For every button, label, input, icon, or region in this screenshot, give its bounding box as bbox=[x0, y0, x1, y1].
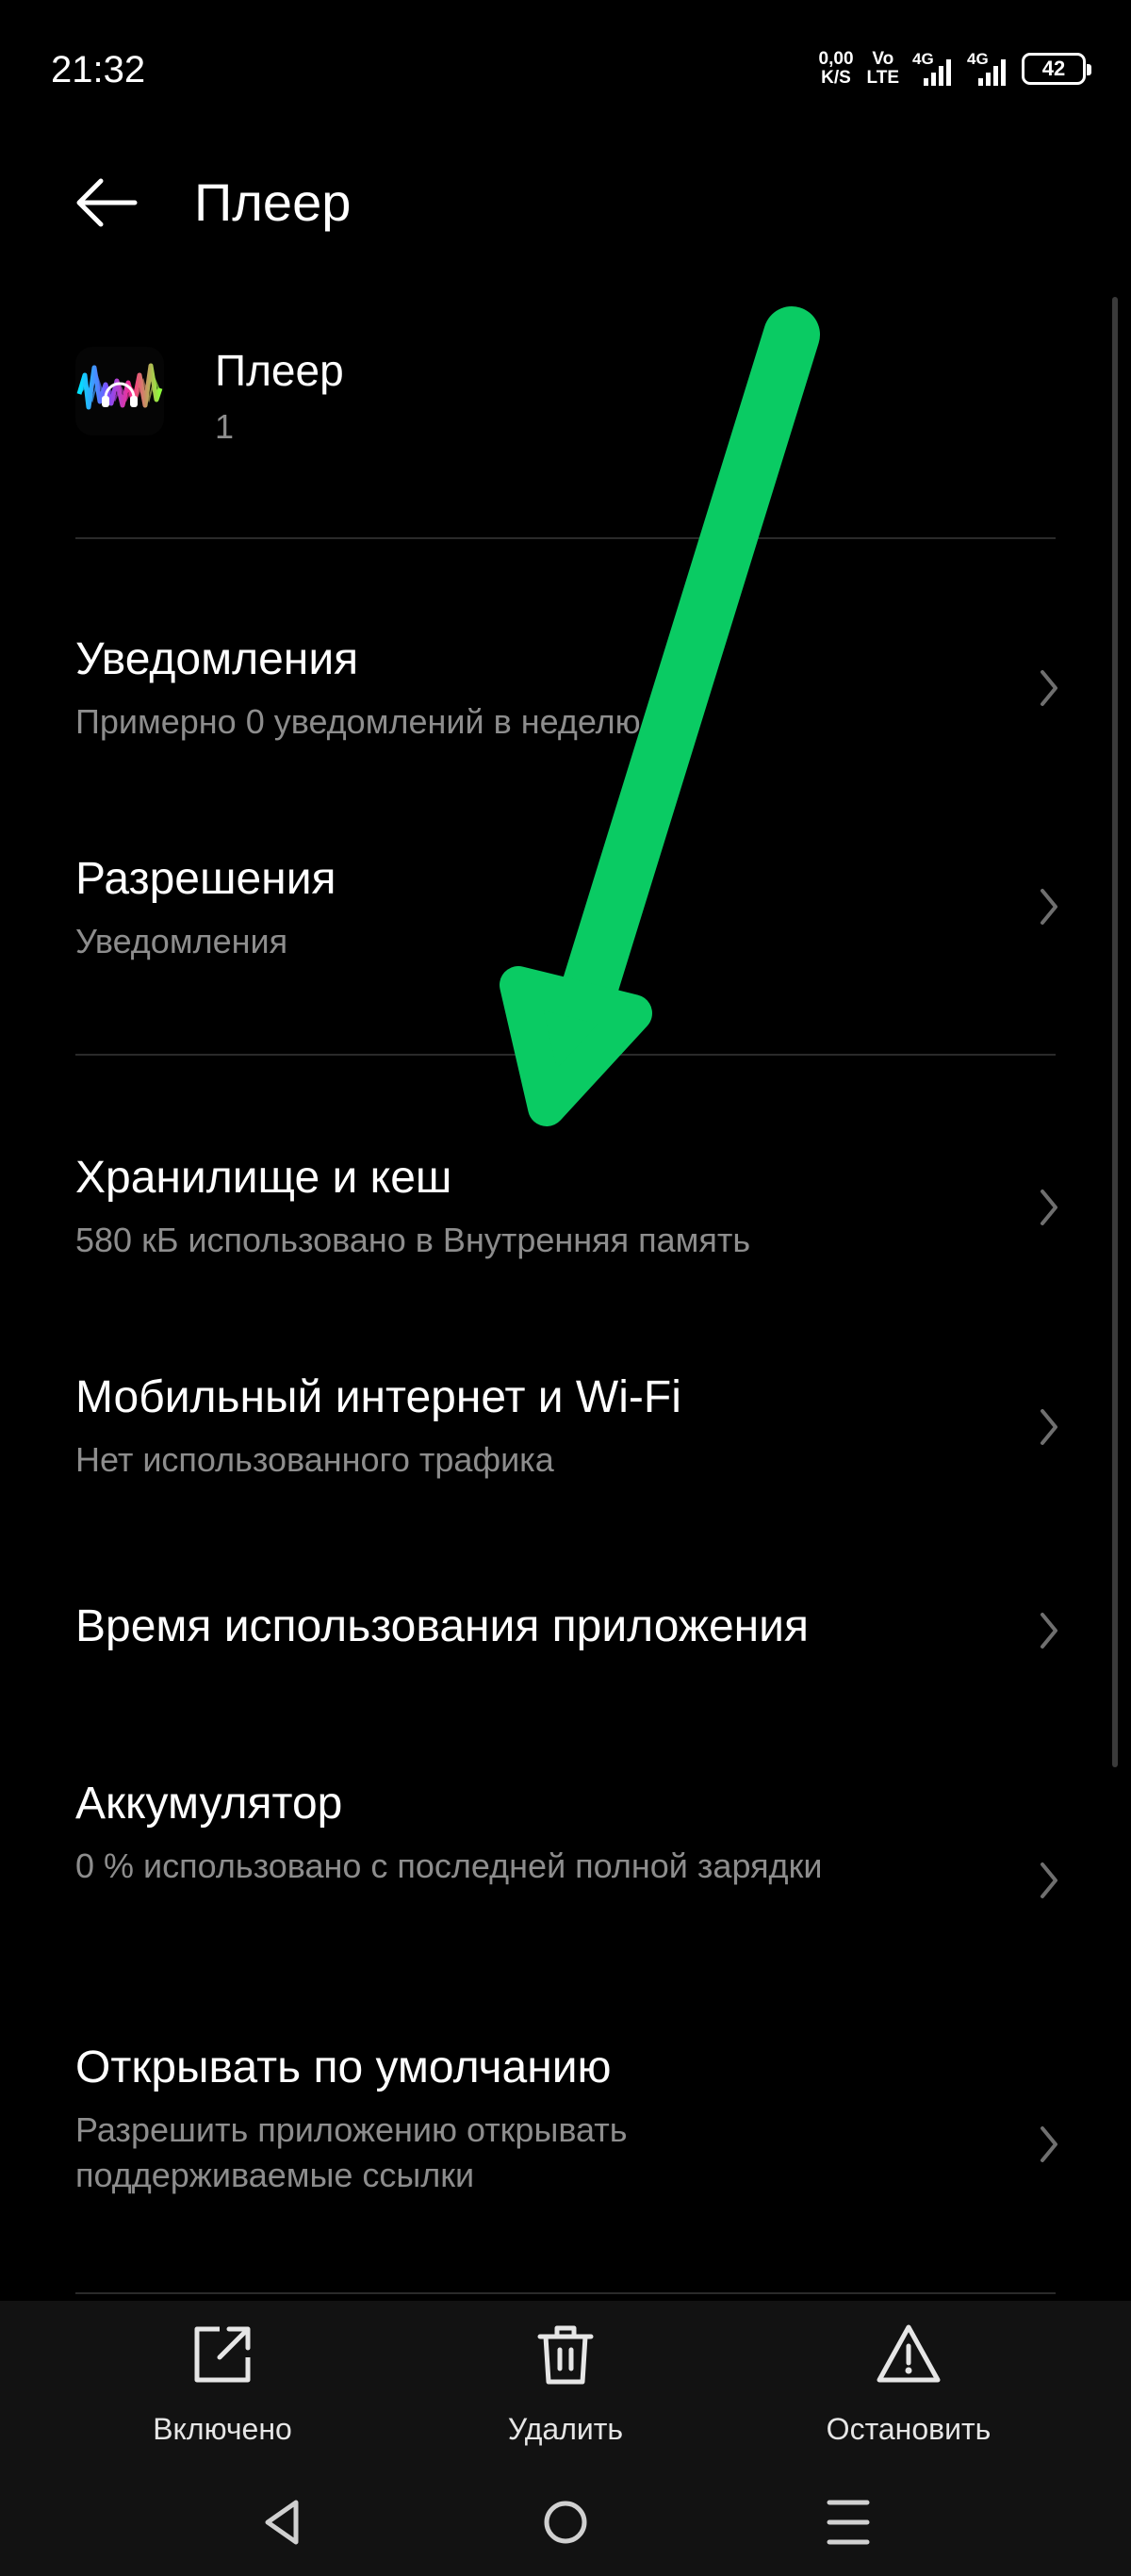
app-icon bbox=[75, 347, 164, 435]
bottom-action-bar: Включено Удалить Остановить bbox=[0, 2301, 1131, 2470]
home-circle-icon[interactable] bbox=[528, 2489, 603, 2555]
mobile-data-subtitle: Нет использованного трафика bbox=[75, 1440, 554, 1479]
page-title: Плеер bbox=[194, 172, 352, 232]
status-bar: 21:32 0,00 K/S Vo LTE 4G 4G 42 bbox=[0, 0, 1131, 141]
mobile-data-title: Мобильный интернет и Wi-Fi bbox=[75, 1372, 681, 1422]
waveform-headphones-icon bbox=[76, 363, 163, 410]
app-bar: Плеер bbox=[0, 141, 1131, 264]
network-speed-unit: K/S bbox=[821, 68, 851, 88]
force-stop-label: Остановить bbox=[826, 2412, 992, 2446]
storage-cache-title: Хранилище и кеш bbox=[75, 1153, 452, 1203]
open-by-default-title: Открывать по умолчанию bbox=[75, 2043, 612, 2092]
network-speed-indicator: 0,00 K/S bbox=[819, 50, 854, 88]
chevron-right-icon bbox=[1041, 1862, 1057, 1898]
app-name: Плеер bbox=[215, 346, 344, 395]
divider bbox=[75, 537, 1056, 539]
uninstall-label: Удалить bbox=[507, 2412, 624, 2446]
storage-cache-subtitle: 580 кБ использовано в Внутренняя память bbox=[75, 1221, 751, 1259]
chevron-right-icon bbox=[1041, 670, 1057, 706]
permissions-subtitle: Уведомления bbox=[75, 922, 288, 960]
app-info-screen: 21:32 0,00 K/S Vo LTE 4G 4G 42 Плеер Пле… bbox=[0, 0, 1131, 2576]
status-time: 21:32 bbox=[51, 49, 146, 90]
enabled-action-button[interactable]: Включено bbox=[81, 2301, 364, 2470]
status-icons: 0,00 K/S Vo LTE 4G 4G 42 bbox=[819, 45, 1091, 92]
divider bbox=[75, 1054, 1056, 1056]
chevron-right-icon bbox=[1041, 1613, 1057, 1649]
enabled-action-label: Включено bbox=[153, 2412, 292, 2446]
arrow-left-icon bbox=[76, 178, 138, 227]
permissions-title: Разрешения bbox=[75, 854, 336, 904]
recents-menu-icon[interactable] bbox=[811, 2489, 886, 2555]
scrollbar[interactable] bbox=[1112, 297, 1118, 1767]
open-external-icon bbox=[194, 2326, 251, 2383]
battery-subtitle: 0 % использовано с последней полной заря… bbox=[75, 1846, 823, 1885]
notifications-row[interactable]: Уведомления Примерно 0 уведомлений в нед… bbox=[0, 603, 1131, 773]
chevron-right-icon bbox=[1041, 1190, 1057, 1225]
signal-strength-icon-2: 4G bbox=[967, 50, 1008, 88]
battery-level: 42 bbox=[1041, 57, 1066, 80]
chevron-right-icon bbox=[1041, 2126, 1057, 2162]
volte-indicator: Vo LTE bbox=[867, 50, 899, 88]
permissions-row[interactable]: Разрешения Уведомления bbox=[0, 825, 1131, 994]
app-version: 1 bbox=[215, 407, 235, 446]
signal-strength-icon: 4G bbox=[912, 50, 954, 88]
signal-network-type-2: 4G bbox=[967, 50, 989, 68]
warning-icon bbox=[877, 2324, 941, 2383]
open-by-default-subtitle: Разрешить приложению открывать поддержив… bbox=[75, 2110, 628, 2194]
open-by-default-row[interactable]: Открывать по умолчанию Разрешить приложе… bbox=[0, 2017, 1131, 2234]
network-speed-value: 0,00 bbox=[818, 49, 854, 69]
battery-icon: 42 bbox=[1022, 53, 1091, 85]
battery-row[interactable]: Аккумулятор 0 % использовано с последней… bbox=[0, 1753, 1131, 1970]
mobile-data-wifi-row[interactable]: Мобильный интернет и Wi-Fi Нет использов… bbox=[0, 1343, 1131, 1513]
signal-network-type: 4G bbox=[912, 50, 934, 68]
app-usage-time-row[interactable]: Время использования приложения bbox=[0, 1565, 1131, 1697]
notifications-title: Уведомления bbox=[75, 634, 359, 684]
storage-cache-row[interactable]: Хранилище и кеш 580 кБ использовано в Вн… bbox=[0, 1122, 1131, 1291]
system-navigation-bar bbox=[0, 2470, 1131, 2576]
app-usage-time-title: Время использования приложения bbox=[75, 1601, 809, 1651]
divider bbox=[75, 2292, 1056, 2294]
app-summary: Плеер 1 bbox=[75, 320, 1056, 471]
battery-title: Аккумулятор bbox=[75, 1779, 343, 1829]
force-stop-button[interactable]: Остановить bbox=[767, 2301, 1050, 2470]
trash-icon bbox=[537, 2325, 594, 2385]
uninstall-button[interactable]: Удалить bbox=[424, 2301, 707, 2470]
chevron-right-icon bbox=[1041, 889, 1057, 925]
volte-top: Vo bbox=[872, 49, 894, 69]
back-button[interactable] bbox=[66, 170, 145, 236]
notifications-subtitle: Примерно 0 уведомлений в неделю bbox=[75, 702, 641, 741]
chevron-right-icon bbox=[1041, 1409, 1057, 1445]
volte-bottom: LTE bbox=[866, 68, 899, 88]
back-triangle-icon[interactable] bbox=[243, 2489, 319, 2555]
